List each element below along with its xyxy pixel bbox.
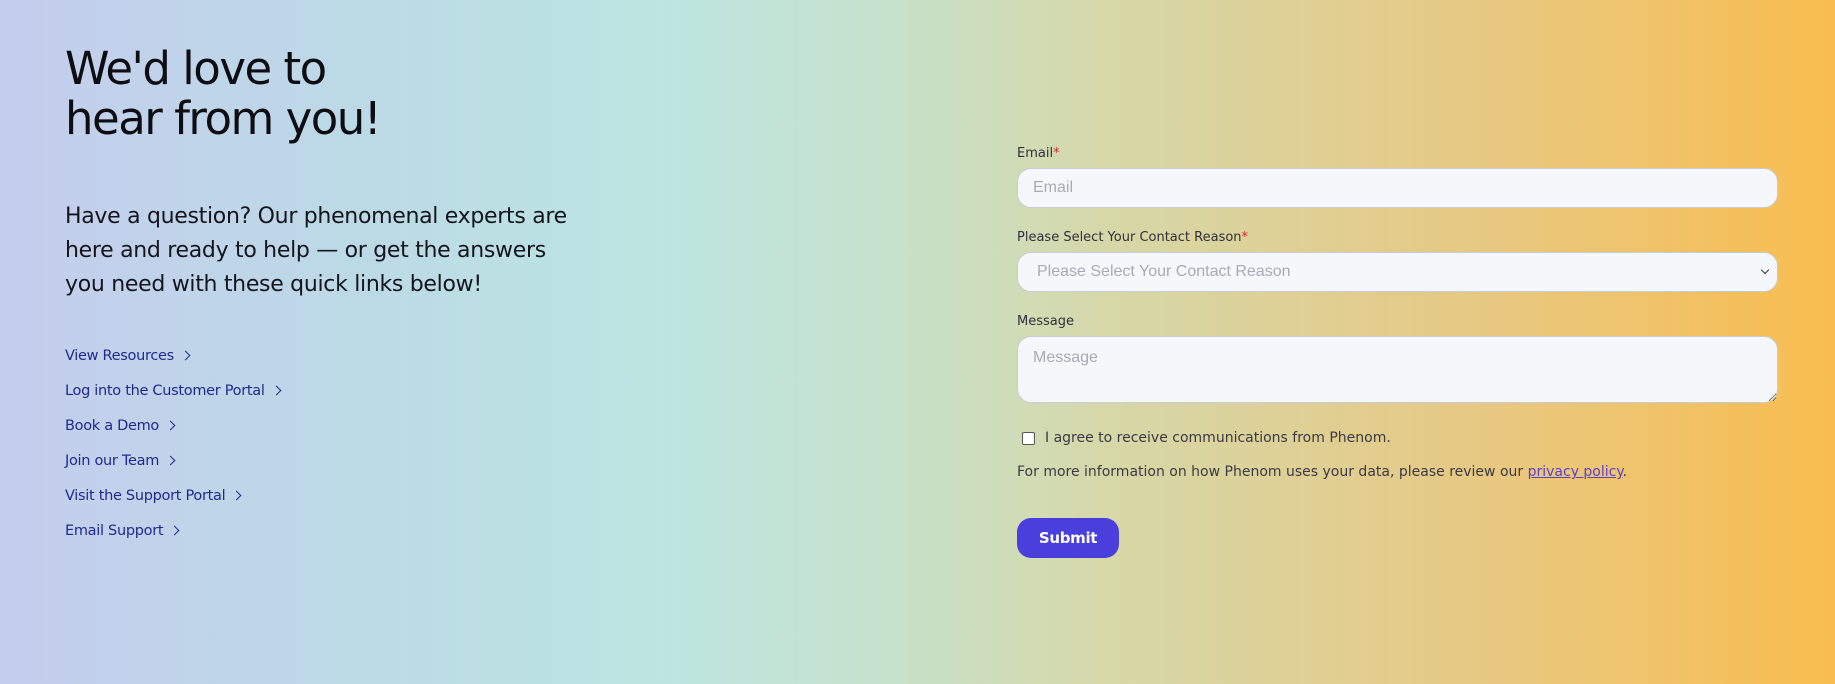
email-required-mark: * bbox=[1053, 146, 1060, 161]
contact-hero: We'd love to hear from you! Have a quest… bbox=[65, 44, 585, 548]
customer-portal-label: Log into the Customer Portal bbox=[65, 382, 265, 399]
join-team-label: Join our Team bbox=[65, 452, 160, 469]
contact-reason-select[interactable]: Please Select Your Contact Reason bbox=[1017, 252, 1778, 292]
chevron-right-icon bbox=[231, 490, 242, 501]
chevron-right-icon bbox=[169, 525, 180, 536]
contact-reason-required-mark: * bbox=[1241, 230, 1249, 245]
quick-link-item: Log into the Customer Portal bbox=[65, 373, 585, 408]
book-demo-link[interactable]: Book a Demo bbox=[65, 417, 176, 434]
view-resources-label: View Resources bbox=[65, 347, 174, 364]
email-label-text: Email bbox=[1017, 146, 1054, 161]
quick-link-item: Email Support bbox=[65, 513, 585, 548]
privacy-policy-link[interactable]: privacy policy bbox=[1528, 464, 1623, 480]
page-title-line-1: We'd love to bbox=[65, 42, 327, 95]
view-resources-link[interactable]: View Resources bbox=[65, 347, 191, 364]
contact-form: Email* Please Select Your Contact Reason… bbox=[1017, 146, 1778, 558]
email-support-link[interactable]: Email Support bbox=[65, 522, 180, 539]
email-support-label: Email Support bbox=[65, 522, 164, 539]
page-title-line-2: hear from you! bbox=[65, 92, 382, 145]
contact-reason-label-text: Please Select Your Contact Reason bbox=[1017, 230, 1242, 245]
quick-link-item: Book a Demo bbox=[65, 408, 585, 443]
chevron-right-icon bbox=[271, 385, 282, 396]
consent-checkbox[interactable] bbox=[1022, 431, 1035, 445]
privacy-notice: For more information on how Phenom uses … bbox=[1017, 464, 1778, 480]
join-team-link[interactable]: Join our Team bbox=[65, 452, 176, 469]
quick-links: View Resources Log into the Customer Por… bbox=[65, 338, 585, 548]
quick-link-item: Visit the Support Portal bbox=[65, 478, 585, 513]
privacy-text: For more information on how Phenom uses … bbox=[1017, 464, 1524, 480]
quick-link-item: View Resources bbox=[65, 338, 585, 373]
chevron-right-icon bbox=[165, 420, 176, 431]
support-portal-label: Visit the Support Portal bbox=[65, 487, 226, 504]
submit-button[interactable]: Submit bbox=[1017, 518, 1119, 558]
chevron-right-icon bbox=[165, 455, 176, 466]
contact-reason-value: Please Select Your Contact Reason bbox=[1017, 252, 1778, 292]
chevron-right-icon bbox=[180, 350, 191, 361]
quick-link-item: Join our Team bbox=[65, 443, 585, 478]
consent-label: I agree to receive communications from P… bbox=[1045, 430, 1391, 446]
contact-reason-label: Please Select Your Contact Reason* bbox=[1017, 230, 1778, 246]
intro-text: Have a question? Our phenomenal experts … bbox=[65, 204, 567, 297]
support-portal-link[interactable]: Visit the Support Portal bbox=[65, 487, 242, 504]
email-input[interactable] bbox=[1017, 168, 1778, 208]
book-demo-label: Book a Demo bbox=[65, 417, 159, 434]
message-textarea[interactable] bbox=[1017, 336, 1778, 403]
page-title: We'd love to hear from you! bbox=[65, 44, 585, 144]
message-label: Message bbox=[1017, 314, 1074, 329]
customer-portal-link[interactable]: Log into the Customer Portal bbox=[65, 382, 282, 399]
privacy-suffix: . bbox=[1622, 464, 1628, 480]
consent-row: I agree to receive communications from P… bbox=[1017, 430, 1778, 446]
email-label: Email* bbox=[1017, 146, 1778, 162]
